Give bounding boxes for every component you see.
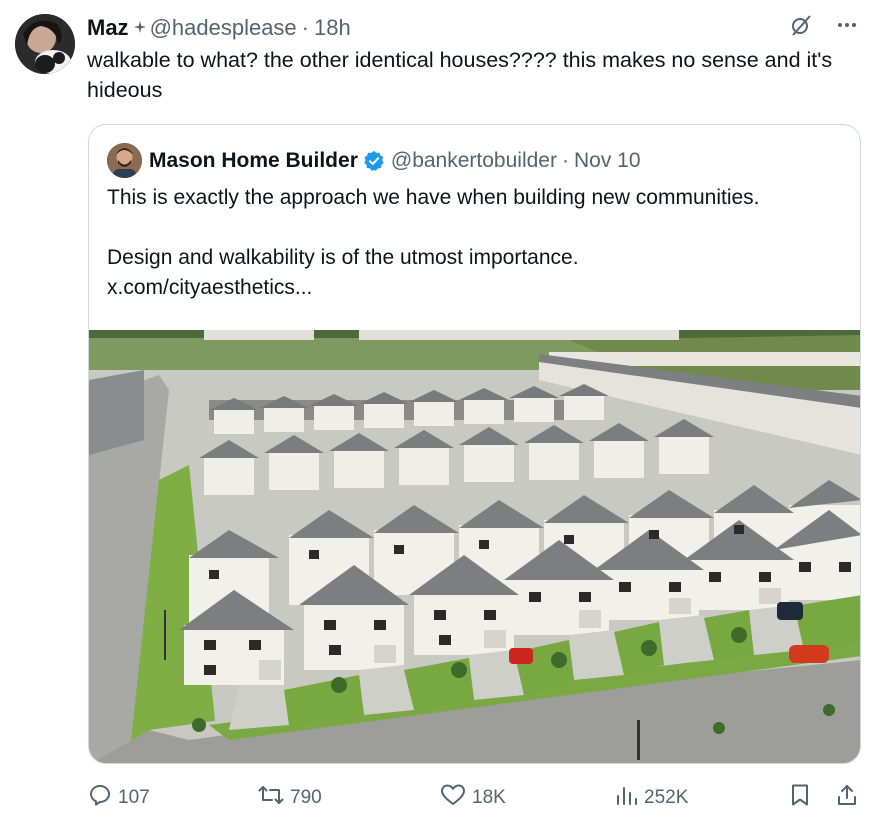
quoted-author-name[interactable]: Mason Home Builder: [149, 149, 358, 173]
quoted-tweet[interactable]: Mason Home Builder @bankertobuilder · No…: [88, 124, 861, 764]
bookmark-icon: [789, 783, 811, 813]
quoted-author-avatar[interactable]: [107, 143, 142, 178]
repost-icon: [258, 783, 284, 813]
tweet-time[interactable]: 18h: [314, 15, 351, 41]
tweet: Maz @hadesplease · 18h walkable to what?…: [0, 0, 880, 826]
quoted-date[interactable]: Nov 10: [574, 149, 641, 173]
separator-dot: ·: [561, 149, 569, 172]
tweet-header: Maz @hadesplease · 18h: [87, 14, 351, 42]
quoted-author-handle[interactable]: @bankertobuilder: [391, 149, 557, 173]
quoted-line-1: This is exactly the approach we have whe…: [107, 186, 760, 209]
quoted-link[interactable]: x.com/cityaesthetics...: [107, 273, 847, 303]
tweet-text: walkable to what? the other identical ho…: [87, 48, 833, 102]
repost-button[interactable]: 790: [258, 780, 322, 816]
reply-button[interactable]: 107: [88, 780, 150, 816]
like-count: 18K: [472, 787, 506, 808]
views-icon: [614, 783, 638, 813]
action-bar: 107 790 18K 252K: [0, 780, 880, 816]
like-icon: [440, 783, 466, 813]
reply-count: 107: [118, 787, 150, 808]
author-handle[interactable]: @hadesplease: [150, 15, 297, 41]
quoted-text: This is exactly the approach we have whe…: [107, 183, 847, 303]
bookmark-button[interactable]: [789, 780, 811, 816]
grok-icon[interactable]: [786, 10, 816, 40]
aerial-housing-photo[interactable]: [89, 330, 860, 763]
verified-badge-icon: [363, 150, 385, 172]
separator-dot: ·: [301, 15, 309, 40]
author-name[interactable]: Maz: [87, 15, 129, 41]
reply-icon: [88, 783, 112, 813]
quoted-header: Mason Home Builder @bankertobuilder · No…: [149, 146, 641, 176]
share-icon: [835, 783, 859, 813]
sparkle-icon: [133, 20, 146, 36]
views-button[interactable]: 252K: [614, 780, 688, 816]
share-button[interactable]: [835, 780, 859, 816]
views-count: 252K: [644, 787, 689, 808]
quoted-line-2: Design and walkability is of the utmost …: [107, 246, 579, 269]
repost-count: 790: [290, 787, 322, 808]
author-avatar[interactable]: [15, 14, 75, 74]
more-icon[interactable]: [832, 10, 862, 40]
top-icons: [786, 10, 862, 40]
like-button[interactable]: 18K: [440, 780, 506, 816]
